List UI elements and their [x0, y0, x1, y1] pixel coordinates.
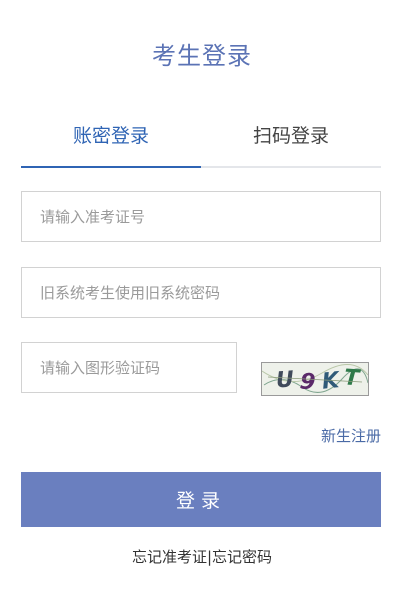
login-tabs: 账密登录 扫码登录 [21, 118, 381, 168]
tab-password-login[interactable]: 账密登录 [21, 118, 201, 164]
captcha-graphic: U 9 K T [262, 363, 368, 395]
forgot-exam-id-link[interactable]: 忘记准考证 [132, 548, 207, 566]
captcha-char: 9 [299, 369, 317, 395]
forgot-password-link[interactable]: 忘记密码 [212, 548, 272, 566]
active-tab-indicator [21, 166, 201, 168]
exam-id-input[interactable] [21, 191, 381, 242]
captcha-image[interactable]: U 9 K T [261, 362, 369, 396]
login-button[interactable]: 登录 [21, 472, 381, 527]
tab-qrcode-login[interactable]: 扫码登录 [201, 118, 381, 164]
captcha-char: U [275, 367, 295, 393]
page-title: 考生登录 [152, 42, 252, 70]
register-link[interactable]: 新生注册 [321, 425, 381, 446]
captcha-input[interactable] [21, 342, 237, 393]
password-input[interactable] [21, 267, 381, 318]
forgot-links: 忘记准考证|忘记密码 [0, 546, 404, 567]
